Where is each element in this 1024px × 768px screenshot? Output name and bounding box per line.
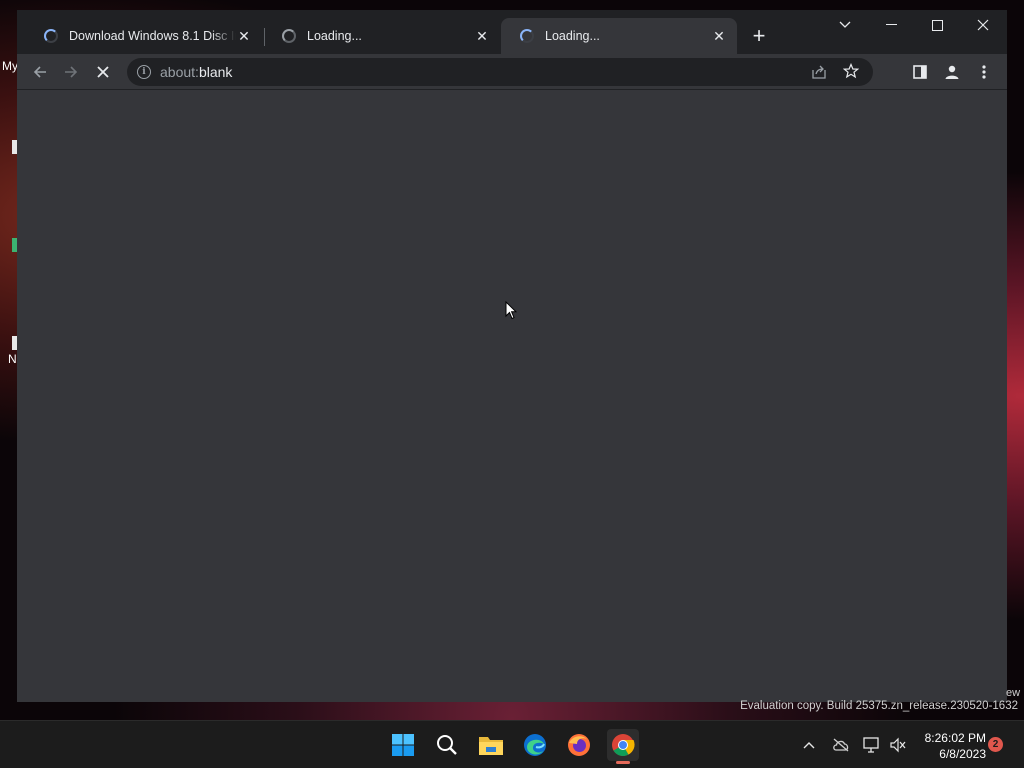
tab-title: Loading... [545, 29, 600, 43]
stop-x-icon[interactable] [89, 58, 117, 86]
profile-icon[interactable] [938, 58, 966, 86]
page-content-blank[interactable] [17, 91, 1007, 702]
network-icon[interactable] [862, 735, 882, 755]
tab-strip: Download Windows 8.1 Disc Ima ✕ Loading.… [17, 10, 1007, 54]
side-panel-icon[interactable] [906, 58, 934, 86]
taskbar-clock[interactable]: 8:26:02 PM 6/8/2023 [914, 730, 986, 762]
windows-start-icon[interactable] [387, 729, 419, 761]
url-path: blank [198, 64, 233, 80]
desktop-icon-label-fragment[interactable]: N [8, 352, 17, 366]
onedrive-offline-icon[interactable] [831, 735, 851, 755]
browser-toolbar: i about:blank [17, 54, 1007, 90]
chevron-up-icon[interactable] [799, 735, 819, 755]
close-tab-icon[interactable]: ✕ [236, 28, 252, 44]
close-tab-icon[interactable]: ✕ [711, 28, 727, 44]
file-explorer-icon[interactable] [475, 729, 507, 761]
share-icon[interactable] [811, 64, 827, 83]
clock-time: 8:26:02 PM [924, 731, 986, 745]
evaluation-watermark: Evaluation copy. Build 25375.zn_release.… [740, 700, 1018, 712]
browser-window: Download Windows 8.1 Disc Ima ✕ Loading.… [17, 10, 1007, 702]
maximize-icon[interactable] [914, 10, 960, 40]
search-icon[interactable] [431, 729, 463, 761]
minimize-icon[interactable] [868, 10, 914, 40]
close-icon[interactable] [960, 10, 1006, 40]
loading-spinner-icon [44, 29, 58, 43]
edge-icon[interactable] [519, 729, 551, 761]
desktop-icon-label-fragment[interactable]: My [2, 59, 18, 73]
desktop-watermark-fragment: ew [1006, 687, 1021, 699]
chevron-down-icon[interactable] [822, 10, 868, 40]
tab-download-windows[interactable]: Download Windows 8.1 Disc Ima ✕ [25, 18, 262, 54]
address-bar[interactable]: i about:blank [127, 58, 873, 86]
notification-badge[interactable]: 2 [988, 737, 1003, 752]
clock-date: 6/8/2023 [939, 747, 986, 761]
active-app-indicator [616, 761, 630, 764]
plus-icon[interactable]: + [747, 23, 771, 48]
volume-muted-icon[interactable] [888, 735, 908, 755]
firefox-icon[interactable] [563, 729, 595, 761]
info-icon[interactable]: i [137, 65, 151, 79]
close-tab-icon[interactable]: ✕ [474, 28, 490, 44]
arrow-left-icon[interactable] [26, 58, 54, 86]
arrow-right-icon[interactable] [57, 58, 85, 86]
loading-spinner-icon [282, 29, 296, 43]
tab-loading-2[interactable]: Loading... ✕ [501, 18, 737, 54]
loading-spinner-icon [520, 29, 534, 43]
star-icon[interactable] [842, 62, 860, 82]
url-text[interactable]: about:blank [160, 64, 232, 80]
taskbar: 8:26:02 PM 6/8/2023 2 [0, 720, 1024, 768]
tab-title: Loading... [307, 29, 362, 43]
tab-loading-1[interactable]: Loading... ✕ [263, 18, 500, 54]
kebab-menu-icon[interactable] [970, 58, 998, 86]
chrome-icon[interactable] [607, 729, 639, 764]
tab-title: Download Windows 8.1 Disc Ima [69, 29, 236, 43]
mouse-cursor-icon [505, 300, 518, 323]
url-scheme: about: [160, 64, 199, 80]
